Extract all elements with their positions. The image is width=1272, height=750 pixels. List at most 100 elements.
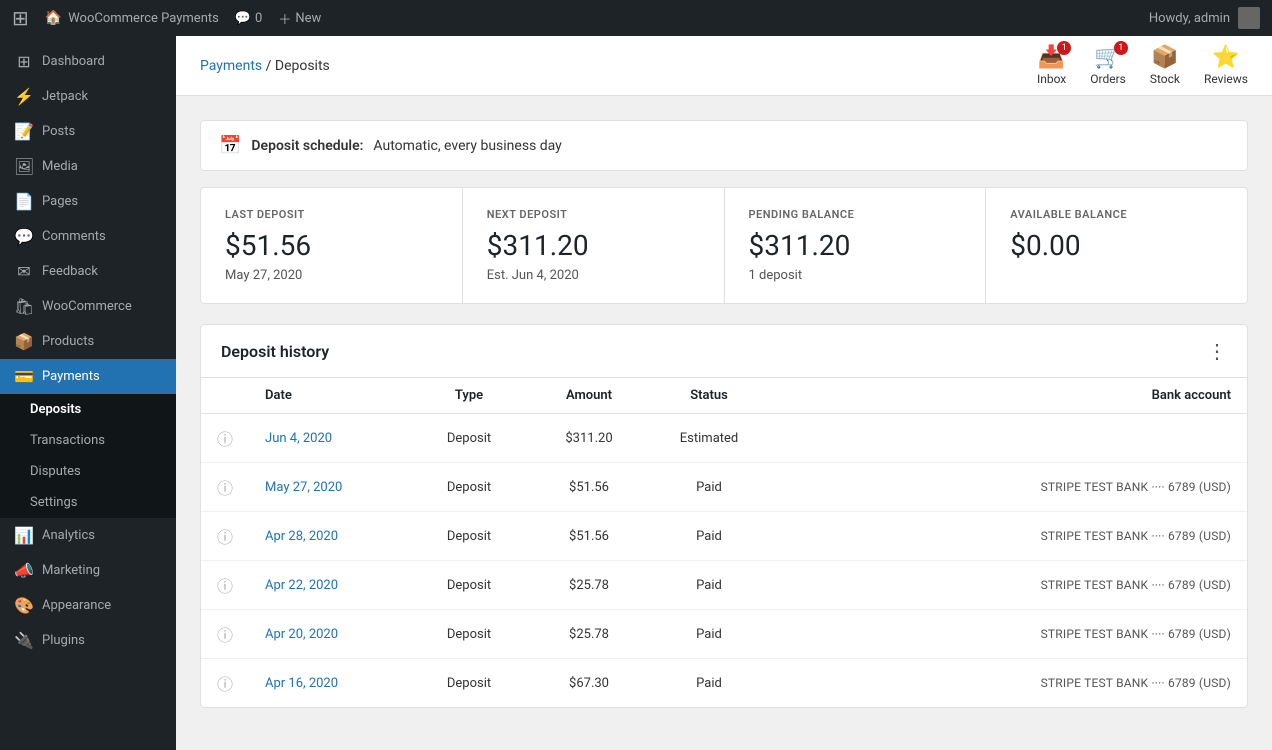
comments-icon: 💬 bbox=[14, 227, 34, 246]
sidebar-item-jetpack[interactable]: ⚡ Jetpack bbox=[0, 79, 176, 114]
row-amount: $51.56 bbox=[529, 512, 649, 561]
sidebar-item-feedback[interactable]: ✉ Feedback bbox=[0, 254, 176, 289]
col-header-date[interactable]: Date bbox=[249, 378, 409, 414]
submenu-label-transactions: Transactions bbox=[30, 433, 105, 448]
row-status: Paid bbox=[649, 463, 769, 512]
sidebar-label-analytics: Analytics bbox=[42, 528, 95, 543]
sidebar-item-posts[interactable]: 📝 Posts bbox=[0, 114, 176, 149]
sidebar-label-comments: Comments bbox=[42, 229, 106, 244]
sidebar-item-products[interactable]: 📦 Products bbox=[0, 324, 176, 359]
pages-icon: 📄 bbox=[14, 192, 34, 211]
row-bank: STRIPE TEST BANK ···· 6789 (USD) bbox=[769, 463, 1247, 512]
table-row: ⓘ Apr 22, 2020 Deposit $25.78 Paid STRIP… bbox=[201, 561, 1247, 610]
deposit-schedule-label: Deposit schedule: bbox=[251, 138, 363, 154]
sidebar-item-plugins[interactable]: 🔌 Plugins bbox=[0, 623, 176, 658]
stat-last-deposit-value: $51.56 bbox=[225, 229, 438, 262]
row-info-icon[interactable]: ⓘ bbox=[201, 561, 249, 610]
sidebar-item-comments[interactable]: 💬 Comments bbox=[0, 219, 176, 254]
stat-next-deposit-value: $311.20 bbox=[487, 229, 700, 262]
row-info-icon[interactable]: ⓘ bbox=[201, 659, 249, 708]
table-header: Deposit history ⋮ bbox=[201, 325, 1247, 378]
stat-available-balance-label: AVAILABLE BALANCE bbox=[1010, 208, 1223, 221]
col-header-status[interactable]: Status bbox=[649, 378, 769, 414]
col-header-type[interactable]: Type bbox=[409, 378, 529, 414]
sidebar-label-appearance: Appearance bbox=[42, 598, 111, 613]
sidebar-item-woocommerce[interactable]: 🛍 WooCommerce bbox=[0, 289, 176, 324]
appearance-icon: 🎨 bbox=[14, 596, 34, 615]
deposit-schedule-value: Automatic, every business day bbox=[373, 138, 561, 154]
sidebar-item-pages[interactable]: 📄 Pages bbox=[0, 184, 176, 219]
sidebar-label-plugins: Plugins bbox=[42, 633, 85, 648]
col-header-amount[interactable]: Amount bbox=[529, 378, 649, 414]
stock-button[interactable]: 📦 Stock bbox=[1150, 45, 1180, 86]
row-info-icon[interactable]: ⓘ bbox=[201, 512, 249, 561]
dashboard-icon: ⊞ bbox=[14, 52, 34, 71]
sidebar-item-appearance[interactable]: 🎨 Appearance bbox=[0, 588, 176, 623]
sidebar-item-analytics[interactable]: 📊 Analytics bbox=[0, 518, 176, 553]
plugins-icon: 🔌 bbox=[14, 631, 34, 650]
reviews-button[interactable]: ⭐ Reviews bbox=[1204, 45, 1248, 86]
media-icon: 🖼 bbox=[14, 157, 34, 176]
stat-pending-balance-value: $311.20 bbox=[749, 229, 962, 262]
sidebar-label-payments: Payments bbox=[42, 369, 100, 384]
row-bank: STRIPE TEST BANK ···· 6789 (USD) bbox=[769, 561, 1247, 610]
sidebar-item-payments[interactable]: 💳 Payments bbox=[0, 359, 176, 394]
stock-label: Stock bbox=[1150, 72, 1180, 86]
row-date-link[interactable]: May 27, 2020 bbox=[265, 480, 342, 495]
sidebar-item-media[interactable]: 🖼 Media bbox=[0, 149, 176, 184]
table-row: ⓘ May 27, 2020 Deposit $51.56 Paid STRIP… bbox=[201, 463, 1247, 512]
row-bank: STRIPE TEST BANK ···· 6789 (USD) bbox=[769, 512, 1247, 561]
new-link[interactable]: ＋ New bbox=[278, 9, 321, 28]
col-header-bank[interactable]: Bank account bbox=[769, 378, 1247, 414]
inbox-button[interactable]: 📥 1 Inbox bbox=[1037, 45, 1066, 86]
site-name[interactable]: 🏠 WooCommerce Payments bbox=[45, 10, 219, 26]
row-type: Deposit bbox=[409, 512, 529, 561]
row-bank: STRIPE TEST BANK ···· 6789 (USD) bbox=[769, 659, 1247, 708]
woocommerce-icon: 🛍 bbox=[14, 297, 34, 316]
reviews-label: Reviews bbox=[1204, 72, 1248, 86]
comments-count: 0 bbox=[255, 11, 262, 26]
submenu-item-deposits[interactable]: Deposits bbox=[0, 394, 176, 425]
stat-next-deposit: NEXT DEPOSIT $311.20 Est. Jun 4, 2020 bbox=[463, 188, 725, 303]
submenu-label-deposits: Deposits bbox=[30, 402, 81, 417]
stat-pending-balance-label: PENDING BALANCE bbox=[749, 208, 962, 221]
orders-button[interactable]: 🛒 1 Orders bbox=[1090, 45, 1126, 86]
row-date-link[interactable]: Apr 16, 2020 bbox=[265, 676, 338, 691]
submenu-item-disputes[interactable]: Disputes bbox=[0, 456, 176, 487]
submenu-item-transactions[interactable]: Transactions bbox=[0, 425, 176, 456]
comments-link[interactable]: 💬 0 bbox=[235, 11, 263, 26]
more-options-button[interactable]: ⋮ bbox=[1207, 341, 1227, 361]
row-amount: $25.78 bbox=[529, 610, 649, 659]
row-info-icon[interactable]: ⓘ bbox=[201, 610, 249, 659]
sidebar-label-posts: Posts bbox=[42, 124, 75, 139]
inbox-badge: 1 bbox=[1057, 41, 1071, 55]
top-icons: 📥 1 Inbox 🛒 1 Orders 📦 Stock bbox=[1037, 45, 1248, 86]
site-house-icon: 🏠 bbox=[45, 10, 62, 26]
stat-last-deposit-sub: May 27, 2020 bbox=[225, 268, 438, 283]
table-row: ⓘ Apr 16, 2020 Deposit $67.30 Paid STRIP… bbox=[201, 659, 1247, 708]
submenu-item-settings[interactable]: Settings bbox=[0, 487, 176, 518]
breadcrumb-parent[interactable]: Payments bbox=[200, 58, 262, 74]
row-date-link[interactable]: Apr 22, 2020 bbox=[265, 578, 338, 593]
row-info-icon[interactable]: ⓘ bbox=[201, 463, 249, 512]
row-date-link[interactable]: Apr 20, 2020 bbox=[265, 627, 338, 642]
wp-logo-icon: ⊞ bbox=[12, 6, 29, 30]
payments-icon: 💳 bbox=[14, 367, 34, 386]
inbox-label: Inbox bbox=[1037, 72, 1066, 86]
row-date: May 27, 2020 bbox=[249, 463, 409, 512]
sidebar-item-marketing[interactable]: 📣 Marketing bbox=[0, 553, 176, 588]
stat-last-deposit-label: LAST DEPOSIT bbox=[225, 208, 438, 221]
feedback-icon: ✉ bbox=[14, 262, 34, 281]
row-date-link[interactable]: Jun 4, 2020 bbox=[265, 431, 332, 446]
sidebar-label-feedback: Feedback bbox=[42, 264, 98, 279]
stat-pending-balance: PENDING BALANCE $311.20 1 deposit bbox=[725, 188, 987, 303]
row-date-link[interactable]: Apr 28, 2020 bbox=[265, 529, 338, 544]
row-info-icon[interactable]: ⓘ bbox=[201, 414, 249, 463]
sidebar-item-dashboard[interactable]: ⊞ Dashboard bbox=[0, 44, 176, 79]
row-type: Deposit bbox=[409, 414, 529, 463]
row-amount: $311.20 bbox=[529, 414, 649, 463]
sidebar-label-woocommerce: WooCommerce bbox=[42, 299, 132, 314]
submenu-label-disputes: Disputes bbox=[30, 464, 81, 479]
row-type: Deposit bbox=[409, 659, 529, 708]
jetpack-icon: ⚡ bbox=[14, 87, 34, 106]
